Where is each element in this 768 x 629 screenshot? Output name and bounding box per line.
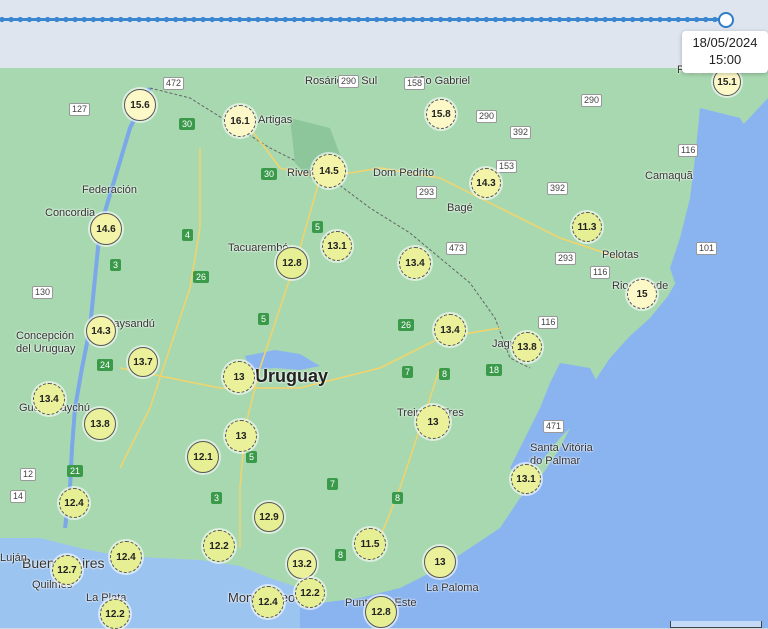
- station-marker[interactable]: 12.2: [203, 530, 235, 562]
- station-marker[interactable]: 13.7: [128, 347, 158, 377]
- station-marker[interactable]: 12.4: [59, 488, 89, 518]
- station-markers: 15.6 16.1 15.8 15.1 14.5 14.3 14.6 11.3 13.1 12.8…: [0, 0, 768, 629]
- station-marker[interactable]: 13.1: [511, 464, 541, 494]
- time-label: 15:00: [708, 52, 742, 67]
- station-marker[interactable]: 12.8: [276, 247, 308, 279]
- station-marker[interactable]: 16.1: [224, 105, 256, 137]
- station-marker[interactable]: 13: [416, 405, 450, 439]
- station-marker[interactable]: 13.4: [399, 247, 431, 279]
- time-tooltip: 18/05/2024 15:00: [682, 31, 768, 73]
- station-marker[interactable]: 13.2: [287, 549, 317, 579]
- station-marker[interactable]: 12.2: [295, 578, 325, 608]
- station-marker[interactable]: 14.3: [86, 316, 116, 346]
- station-marker[interactable]: 13.8: [512, 332, 542, 362]
- station-marker[interactable]: 12.1: [187, 441, 219, 473]
- station-marker[interactable]: 15.6: [124, 89, 156, 121]
- station-marker[interactable]: 11.5: [354, 528, 386, 560]
- station-marker[interactable]: 12.4: [110, 541, 142, 573]
- station-marker[interactable]: 15: [627, 279, 657, 309]
- station-marker[interactable]: 12.2: [100, 599, 130, 629]
- station-marker[interactable]: 13.4: [434, 314, 466, 346]
- station-marker[interactable]: 12.8: [365, 596, 397, 628]
- station-marker[interactable]: 11.3: [572, 212, 602, 242]
- scale-bar: [670, 621, 762, 628]
- station-marker[interactable]: 13: [225, 420, 257, 452]
- station-marker[interactable]: 12.9: [254, 502, 284, 532]
- station-marker[interactable]: 13.1: [322, 231, 352, 261]
- station-marker[interactable]: 13: [424, 546, 456, 578]
- station-marker[interactable]: 12.7: [52, 555, 82, 585]
- station-marker[interactable]: 14.3: [471, 168, 501, 198]
- station-marker[interactable]: 12.4: [252, 586, 284, 618]
- station-marker[interactable]: 15.8: [426, 99, 456, 129]
- date-label: 18/05/2024: [692, 35, 758, 50]
- station-marker[interactable]: 13.4: [33, 383, 65, 415]
- station-marker[interactable]: 13: [223, 361, 255, 393]
- station-marker[interactable]: 14.6: [90, 213, 122, 245]
- station-marker[interactable]: 13.8: [84, 408, 116, 440]
- station-marker[interactable]: 14.5: [312, 154, 346, 188]
